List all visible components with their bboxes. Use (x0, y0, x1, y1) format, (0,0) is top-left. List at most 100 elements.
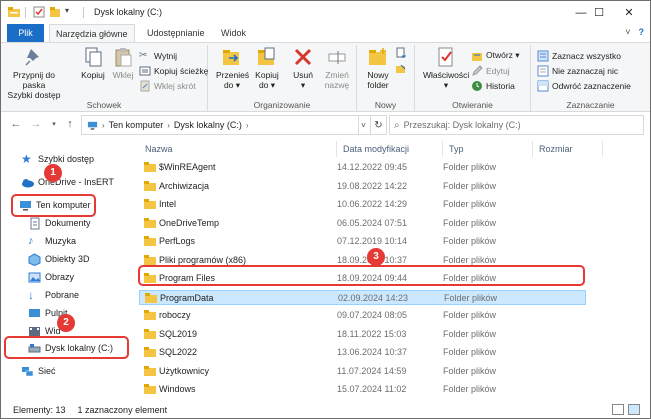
group-organize: Przenieś do ▾ Kopiuj do ▾ Usuń ▾ Zmień n… (208, 45, 357, 111)
address-dropdown-icon[interactable]: ˅ (357, 115, 371, 135)
navigation-bar: ← → ▾ ↑ › Ten komputer › Dysk lokalny (C… (1, 112, 650, 138)
group-label-clipboard: Schowek (86, 100, 122, 110)
download-arrow-icon: ↓ (28, 287, 34, 302)
file-row[interactable]: SQL2019 18.11.2022 15:03 Folder plików (139, 327, 586, 342)
group-label-open: Otwieranie (452, 100, 493, 110)
column-header-name[interactable]: Nazwa (139, 141, 337, 157)
properties-button[interactable]: Właściwości ▾ (423, 46, 469, 90)
file-row[interactable]: SQL2022 13.06.2024 10:37 Folder plików (139, 345, 586, 360)
column-header-type[interactable]: Typ (443, 141, 533, 157)
group-label-organize: Organizowanie (253, 100, 311, 110)
paste-button[interactable]: Wklej (109, 46, 137, 80)
large-icons-view-icon[interactable] (628, 404, 640, 415)
column-header-date[interactable]: Data modyfikacji (337, 141, 443, 157)
annotation-badge-2: 2 (57, 314, 75, 332)
back-arrow-icon[interactable]: ← (9, 117, 23, 131)
open-button[interactable]: Otwórz ▾ (471, 49, 520, 62)
history-icon (472, 80, 482, 91)
folder-icon (144, 199, 156, 209)
folder-icon (144, 217, 156, 228)
status-bar: Elementy: 13 1 zaznaczony element (1, 400, 650, 419)
star-icon: ★ (21, 151, 32, 166)
delete-button[interactable]: Usuń ▾ (290, 46, 316, 90)
recent-locations-icon[interactable]: ▾ (47, 117, 61, 131)
collapse-ribbon-icon[interactable]: ˅ (625, 27, 630, 37)
address-bar[interactable]: › Ten komputer › Dysk lokalny (C:) › (81, 115, 359, 135)
file-type: Folder plików (444, 292, 498, 303)
file-date: 02.09.2024 14:23 (338, 292, 409, 303)
cut-button[interactable]: ✂ Wytnij (139, 49, 177, 62)
rename-button[interactable]: Zmień nazwę (322, 46, 352, 90)
file-type: Folder plików (443, 347, 497, 357)
file-row[interactable]: ProgramData 02.09.2024 14:23 Folder plików (139, 289, 586, 305)
new-folder-quick-icon[interactable] (49, 6, 61, 18)
explorer-icon[interactable] (8, 6, 20, 18)
help-icon[interactable]: ? (639, 27, 645, 37)
pin-quick-access-button[interactable]: Przypnij do paska Szybki dostęp (7, 46, 61, 100)
file-row[interactable]: roboczy 09.07.2024 08:05 Folder plików (139, 308, 586, 323)
file-row[interactable]: Archiwizacja 19.08.2022 14:22 Folder plikó… (139, 179, 586, 194)
close-button[interactable]: ✕ (611, 1, 647, 24)
item-count: Elementy: 13 (13, 405, 66, 415)
customize-quick-access-icon[interactable]: ▾ (65, 6, 77, 18)
tab-share[interactable]: Udostępnianie (141, 24, 211, 42)
paste-shortcut-button[interactable]: Wklej skrót (139, 79, 196, 92)
forward-arrow-icon[interactable]: → (29, 117, 43, 131)
file-type: Folder plików (443, 310, 497, 320)
copy-to-button[interactable]: Kopiuj do ▾ (252, 46, 282, 90)
file-type: Folder plików (443, 365, 497, 376)
history-button[interactable]: Historia (471, 79, 515, 92)
file-name: OneDriveTemp (159, 217, 220, 228)
folder-icon (144, 236, 156, 246)
move-to-button[interactable]: Przenieś do ▾ (216, 46, 249, 90)
refresh-icon[interactable]: ↻ (371, 115, 387, 135)
folder-icon (144, 365, 156, 376)
edit-button[interactable]: Edytuj (471, 64, 510, 77)
file-date: 07.12.2019 10:14 (337, 236, 408, 246)
breadcrumb-local-disk[interactable]: Dysk lokalny (C:) (174, 120, 242, 130)
properties-quick-icon[interactable] (33, 6, 45, 18)
file-row[interactable]: Intel 10.06.2022 14:29 Folder plików (139, 197, 586, 212)
tab-home[interactable]: Narzędzia główne (49, 24, 135, 43)
invert-selection-button[interactable]: Odwróć zaznaczenie (537, 79, 631, 92)
nav-downloads[interactable]: ↓ Pobrane (28, 286, 79, 304)
new-item-icon[interactable] (395, 47, 407, 59)
file-date: 09.07.2024 08:05 (337, 310, 408, 320)
details-view-icon[interactable] (612, 404, 624, 415)
nav-onedrive[interactable]: OneDrive - InsERT (21, 173, 114, 191)
file-row[interactable]: PerfLogs 07.12.2019 10:14 Folder plików (139, 234, 586, 249)
tab-view[interactable]: Widok (215, 24, 252, 42)
nav-network[interactable]: Sieć (21, 362, 56, 380)
search-placeholder: Przeszukaj: Dysk lokalny (C:) (403, 120, 521, 130)
nav-music[interactable]: ♪ Muzyka (28, 232, 76, 250)
breadcrumb-separator-icon: › (167, 120, 170, 130)
nav-3d-objects[interactable]: Obiekty 3D (28, 250, 90, 268)
select-all-button[interactable]: Zaznacz wszystko (537, 49, 621, 62)
group-label-new: Nowy (374, 100, 397, 110)
music-icon: ♪ (28, 234, 34, 247)
breadcrumb-this-pc[interactable]: Ten komputer (109, 120, 164, 130)
file-row[interactable]: OneDriveTemp 06.05.2024 07:51 Folder plikó… (139, 216, 586, 231)
folder-icon (144, 180, 156, 191)
paste-icon (115, 48, 132, 67)
file-row[interactable]: $WinREAgent 14.12.2022 09:45 Folder plików (139, 160, 586, 175)
search-input[interactable]: ⌕ Przeszukaj: Dysk lokalny (C:) (389, 115, 644, 135)
file-row[interactable]: Użytkownicy 11.07.2024 14:59 Folder plików (139, 364, 586, 379)
group-new: Nowy folder Nowy (357, 45, 415, 111)
file-row[interactable]: Windows 15.07.2024 11:02 Folder plików (139, 382, 586, 397)
copy-button[interactable]: Kopiuj (78, 46, 108, 80)
new-folder-button[interactable]: Nowy folder (363, 46, 393, 90)
file-name: Windows (159, 384, 196, 394)
up-arrow-icon[interactable]: ↑ (63, 117, 77, 131)
easy-access-icon[interactable] (395, 63, 407, 75)
tab-file[interactable]: Plik (7, 24, 44, 42)
column-header-size[interactable]: Rozmiar (533, 141, 603, 157)
copy-path-button[interactable]: Kopiuj ścieżkę (139, 64, 208, 77)
nav-pictures[interactable]: Obrazy (28, 268, 74, 286)
file-date: 06.05.2024 07:51 (337, 217, 408, 228)
folder-icon (144, 328, 156, 339)
navigation-pane: ★ Szybki dostęp OneDrive - InsERT Ten ko… (1, 138, 133, 400)
copy-to-icon (258, 47, 275, 65)
title-bar: ▾ Dysk lokalny (C:) — ☐ ✕ (1, 1, 650, 24)
select-none-button[interactable]: Nie zaznaczaj nic (537, 64, 618, 77)
